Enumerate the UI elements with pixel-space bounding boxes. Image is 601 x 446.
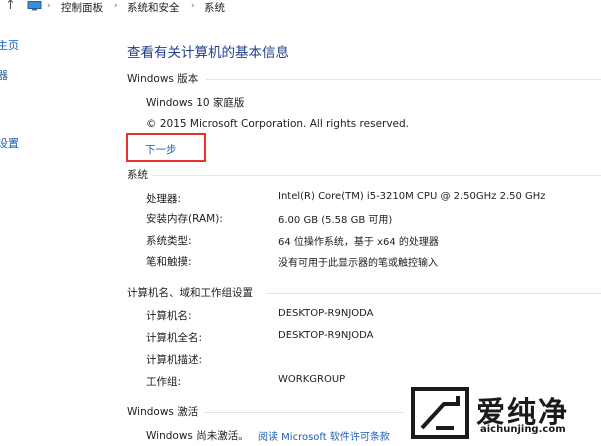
chevron-right-icon: › (191, 1, 195, 11)
watermark-logo-icon (411, 387, 469, 439)
breadcrumb-system[interactable]: 系统 (204, 0, 225, 15)
section-heading-computer-name: 计算机名、域和工作组设置 (127, 287, 253, 299)
activation-status: Windows 尚未激活。 (146, 430, 249, 442)
pen-touch-value: 没有可用于此显示器的笔或触控输入 (278, 258, 438, 269)
chevron-right-icon: › (114, 1, 118, 11)
pen-touch-label: 笔和触摸: (146, 256, 192, 268)
breadcrumb-control-panel[interactable]: 控制面板 (61, 0, 103, 15)
address-bar: ↑ › 控制面板 › 系统和安全 › 系统 (0, 0, 601, 16)
full-computer-name-value: DESKTOP-R9NJODA (278, 330, 374, 341)
computer-description-label: 计算机描述: (146, 354, 203, 366)
system-type-label: 系统类型: (146, 235, 192, 247)
section-heading-system: 系统 (127, 169, 148, 181)
copyright-text: © 2015 Microsoft Corporation. All rights… (146, 118, 410, 130)
section-heading-activation: Windows 激活 (127, 406, 199, 418)
windows-edition-name: Windows 10 家庭版 (146, 97, 245, 109)
system-type-value: 64 位操作系统，基于 x64 的处理器 (278, 237, 439, 248)
full-computer-name-label: 计算机全名: (146, 332, 203, 344)
section-divider (266, 293, 601, 294)
computer-icon (27, 1, 42, 11)
ram-value: 6.00 GB (5.58 GB 可用) (278, 215, 393, 226)
breadcrumb-system-security[interactable]: 系统和安全 (127, 0, 180, 15)
computer-name-value: DESKTOP-R9NJODA (278, 308, 374, 319)
section-divider (152, 175, 601, 176)
chevron-right-icon: › (47, 1, 51, 11)
nav-home-link[interactable]: 主页 (0, 37, 19, 53)
license-terms-link[interactable]: 阅读 Microsoft 软件许可条款 (258, 428, 390, 443)
nav-settings-link[interactable]: 设置 (0, 135, 19, 151)
processor-value: Intel(R) Core(TM) i5-3210M CPU @ 2.50GHz… (278, 191, 546, 202)
processor-label: 处理器: (146, 193, 182, 205)
page-title: 查看有关计算机的基本信息 (127, 45, 289, 61)
ram-label: 安装内存(RAM): (146, 213, 223, 225)
workgroup-label: 工作组: (146, 376, 182, 388)
computer-name-label: 计算机名: (146, 310, 192, 322)
workgroup-value: WORKGROUP (278, 374, 346, 385)
nav-device-manager-link[interactable]: 器 (0, 67, 8, 83)
section-heading-windows-edition: Windows 版本 (127, 73, 199, 85)
section-divider (204, 412, 404, 413)
up-arrow-icon[interactable]: ↑ (5, 0, 16, 13)
watermark-url: aichunjing.com (480, 424, 566, 435)
next-step-link[interactable]: 下一步 (145, 142, 177, 157)
section-divider (206, 79, 601, 80)
